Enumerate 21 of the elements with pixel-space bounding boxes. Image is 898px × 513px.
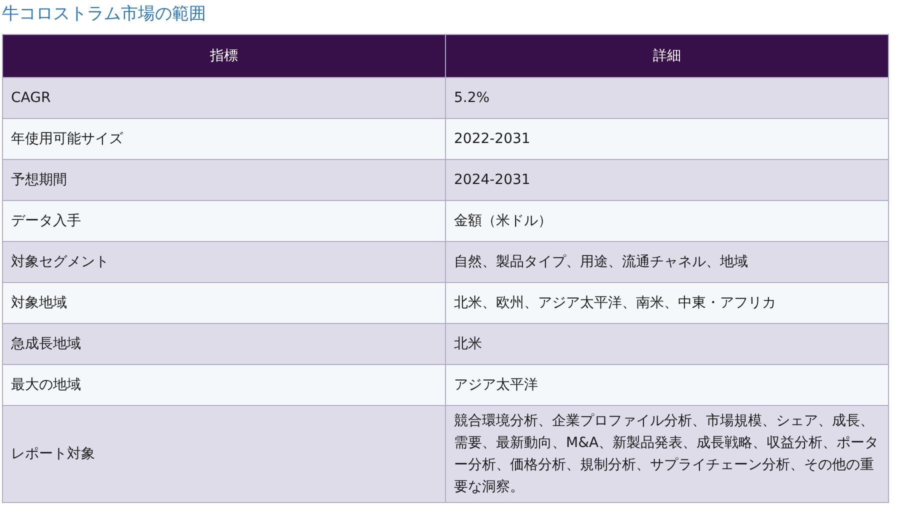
table-cell: 北米 <box>446 324 888 364</box>
table-cell: 年使用可能サイズ <box>2 118 446 160</box>
table-cell: 北米、欧州、アジア太平洋、南米、中東・アフリカ <box>446 282 888 324</box>
table-cell: 金額（米ドル） <box>446 200 888 242</box>
table-cell: 予想期間 <box>2 160 446 200</box>
table-cell: 2024-2031 <box>446 160 888 200</box>
table-cell: レポート対象 <box>2 406 446 502</box>
table-cell: CAGR <box>2 78 446 118</box>
column-header: 指標 <box>2 34 446 78</box>
table-cell: 最大の地域 <box>2 364 446 406</box>
table-cell: 2022-2031 <box>446 118 888 160</box>
table-cell: データ入手 <box>2 200 446 242</box>
table-cell: 急成長地域 <box>2 324 446 364</box>
column-header: 詳細 <box>446 34 888 78</box>
table-cell: 自然、製品タイプ、用途、流通チャネル、地域 <box>446 242 888 282</box>
table-cell: 競合環境分析、企業プロファイル分析、市場規模、シェア、成長、需要、最新動向、M&A、新製品発表、成長戦略、収益分析、ポーター分析、価格分析、規制分析、サプライチェーン分析、その他の重要な洞察。 <box>446 406 888 502</box>
table-cell: アジア太平洋 <box>446 364 888 406</box>
table-cell: 対象地域 <box>2 282 446 324</box>
section-title: 牛コロストラム市場の範囲 <box>2 3 207 26</box>
table-cell: 5.2% <box>446 78 888 118</box>
table-cell: 対象セグメント <box>2 242 446 282</box>
